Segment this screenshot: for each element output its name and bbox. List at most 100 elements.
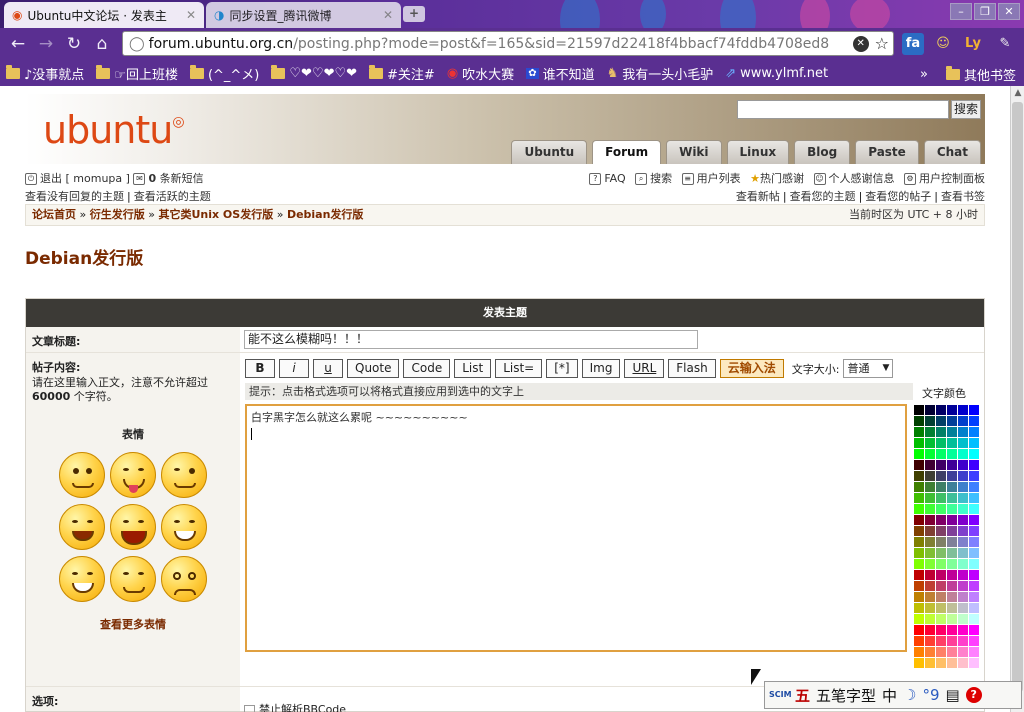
page-scrollbar[interactable]: ▲ ▼ — [1010, 86, 1024, 712]
color-swatch[interactable] — [947, 570, 957, 580]
color-swatch[interactable] — [914, 537, 924, 547]
color-swatch[interactable] — [969, 537, 979, 547]
color-swatch[interactable] — [969, 625, 979, 635]
crumb-debian[interactable]: Debian发行版 — [287, 208, 364, 221]
color-swatch[interactable] — [936, 416, 946, 426]
nav-blog[interactable]: Blog — [794, 140, 851, 164]
color-swatch[interactable] — [925, 548, 935, 558]
smiley-wink-icon[interactable] — [161, 452, 207, 498]
color-swatch[interactable] — [947, 438, 957, 448]
color-swatch[interactable] — [914, 526, 924, 536]
color-swatch[interactable] — [969, 460, 979, 470]
color-swatch[interactable] — [969, 471, 979, 481]
color-swatch[interactable] — [947, 636, 957, 646]
crumb-derivatives[interactable]: 衍生发行版 — [90, 208, 145, 221]
color-swatch[interactable] — [958, 625, 968, 635]
color-swatch[interactable] — [969, 438, 979, 448]
nav-forum[interactable]: Forum — [592, 140, 662, 164]
other-bookmarks[interactable]: » 其他书签 — [920, 65, 1016, 84]
color-swatch[interactable] — [958, 526, 968, 536]
color-swatch[interactable] — [969, 405, 979, 415]
quote-button[interactable]: Quote — [347, 359, 400, 378]
color-swatch[interactable] — [936, 647, 946, 657]
color-swatch[interactable] — [969, 614, 979, 624]
color-swatch[interactable] — [936, 581, 946, 591]
subject-input[interactable]: 能不这么模糊吗！！！ — [244, 330, 698, 349]
wrench-icon[interactable]: ✎ — [994, 33, 1016, 55]
smiley-proud-icon[interactable] — [110, 556, 156, 602]
new-posts-link[interactable]: 查看新帖 — [736, 190, 780, 203]
close-tab-icon[interactable]: ✕ — [186, 8, 196, 22]
message-textarea[interactable]: 白字黑字怎么就这么累呢 ~~~~~~~~~~ — [245, 404, 907, 652]
stop-icon[interactable]: ✕ — [852, 35, 869, 52]
nav-chat[interactable]: Chat — [923, 140, 981, 164]
color-swatch[interactable] — [914, 658, 924, 668]
color-swatch[interactable] — [947, 537, 957, 547]
color-swatch[interactable] — [947, 614, 957, 624]
disable-bbcode-checkbox[interactable] — [244, 704, 255, 712]
color-swatch[interactable] — [914, 581, 924, 591]
color-swatch[interactable] — [947, 504, 957, 514]
color-swatch[interactable] — [936, 658, 946, 668]
maximize-button[interactable]: ❐ — [974, 3, 996, 20]
back-icon[interactable]: ← — [4, 34, 32, 54]
list-button[interactable]: List — [454, 359, 492, 378]
color-swatch[interactable] — [969, 581, 979, 591]
color-swatch[interactable] — [914, 504, 924, 514]
color-swatch[interactable] — [925, 647, 935, 657]
color-swatch[interactable] — [947, 482, 957, 492]
color-swatch[interactable] — [947, 581, 957, 591]
ly-extension-icon[interactable]: Ly — [962, 33, 984, 55]
color-swatch[interactable] — [914, 603, 924, 613]
color-swatch[interactable] — [914, 482, 924, 492]
crumb-home[interactable]: 论坛首页 — [32, 208, 76, 221]
color-swatch[interactable] — [914, 625, 924, 635]
color-swatch[interactable] — [925, 460, 935, 470]
color-swatch[interactable] — [947, 405, 957, 415]
bookmark-link[interactable]: ⇗ www.ylmf.net — [725, 66, 828, 81]
smiley-dizzy-icon[interactable] — [161, 556, 207, 602]
color-swatch[interactable] — [969, 493, 979, 503]
smiley-cry-laugh-icon[interactable] — [110, 504, 156, 550]
color-swatch[interactable] — [925, 405, 935, 415]
nav-ubuntu[interactable]: Ubuntu — [511, 140, 588, 164]
color-swatch[interactable] — [958, 460, 968, 470]
site-search-input[interactable] — [737, 100, 949, 119]
pm-count[interactable]: 0 — [148, 172, 156, 185]
bookmark-folder[interactable]: ♡❤♡❤♡❤ — [271, 64, 357, 81]
nav-wiki[interactable]: Wiki — [666, 140, 722, 164]
active-topics-link[interactable]: 查看活跃的主题 — [134, 190, 211, 203]
smiley-grin-icon[interactable] — [161, 504, 207, 550]
bookmark-folder[interactable]: (^_^メ) — [189, 64, 259, 83]
color-swatch[interactable] — [969, 603, 979, 613]
face-extension-icon[interactable]: ☺ — [932, 33, 954, 55]
color-swatch[interactable] — [958, 515, 968, 525]
color-swatch[interactable] — [925, 581, 935, 591]
ordered-list-button[interactable]: List= — [495, 359, 543, 378]
color-swatch[interactable] — [925, 658, 935, 668]
color-swatch[interactable] — [936, 570, 946, 580]
tab-tencent-weibo[interactable]: ◑ 同步设置_腾讯微博 ✕ — [206, 2, 401, 28]
color-swatch[interactable] — [958, 537, 968, 547]
color-swatch[interactable] — [958, 658, 968, 668]
color-swatch[interactable] — [958, 405, 968, 415]
your-posts-link[interactable]: 查看您的帖子 — [865, 190, 931, 203]
color-swatch[interactable] — [925, 592, 935, 602]
smiley-icon[interactable] — [59, 452, 105, 498]
color-swatch[interactable] — [936, 449, 946, 459]
list-item-button[interactable]: [*] — [546, 359, 578, 378]
home-icon[interactable]: ⌂ — [88, 34, 116, 54]
color-swatch[interactable] — [947, 493, 957, 503]
color-swatch[interactable] — [914, 559, 924, 569]
ime-lang-toggle[interactable]: 中 — [882, 685, 897, 706]
color-swatch[interactable] — [914, 405, 924, 415]
bookmark-folder[interactable]: ♪没事就点 — [6, 64, 84, 83]
color-swatch[interactable] — [969, 416, 979, 426]
color-swatch[interactable] — [958, 603, 968, 613]
flash-button[interactable]: Flash — [668, 359, 716, 378]
color-swatch[interactable] — [947, 559, 957, 569]
color-swatch[interactable] — [969, 592, 979, 602]
color-swatch[interactable] — [914, 636, 924, 646]
color-swatch[interactable] — [925, 438, 935, 448]
color-swatch[interactable] — [947, 449, 957, 459]
